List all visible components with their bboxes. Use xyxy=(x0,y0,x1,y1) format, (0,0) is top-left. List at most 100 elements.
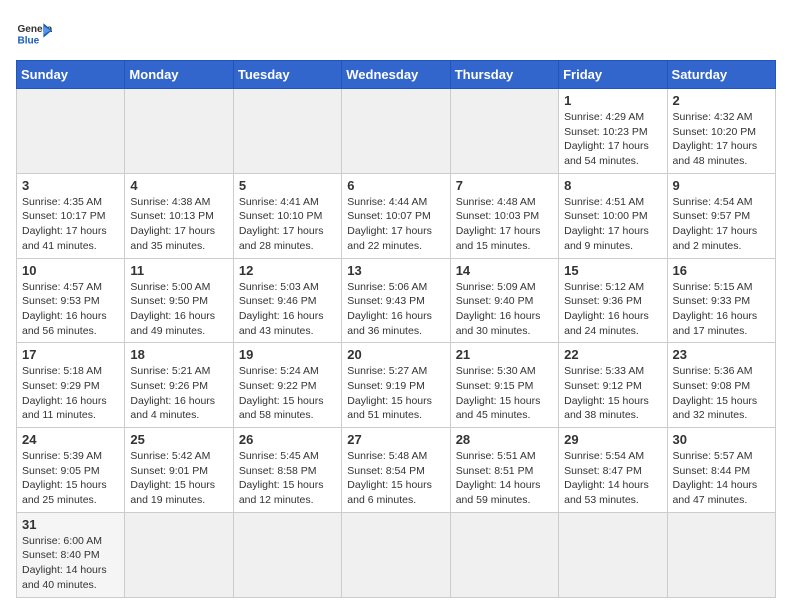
day-number: 31 xyxy=(22,517,119,532)
calendar-day-cell: 20 Sunrise: 5:27 AM Sunset: 9:19 PM Dayli… xyxy=(342,343,450,428)
calendar-day-cell: 21 Sunrise: 5:30 AM Sunset: 9:15 PM Dayli… xyxy=(450,343,558,428)
day-info: Sunrise: 5:33 AM Sunset: 9:12 PM Dayligh… xyxy=(564,364,661,423)
day-number: 14 xyxy=(456,263,553,278)
calendar-day-cell: 8 Sunrise: 4:51 AM Sunset: 10:00 PM Dayli… xyxy=(559,173,667,258)
calendar-day-cell: 22Sunrise: 5:33 AM Sunset: 9:12 PM Dayli… xyxy=(559,343,667,428)
calendar-day-cell: 26Sunrise: 5:45 AM Sunset: 8:58 PM Dayli… xyxy=(233,428,341,513)
calendar-day-cell: 9Sunrise: 4:54 AM Sunset: 9:57 PM Daylig… xyxy=(667,173,775,258)
calendar-day-cell: 30Sunrise: 5:57 AM Sunset: 8:44 PM Dayli… xyxy=(667,428,775,513)
day-number: 24 xyxy=(22,432,119,447)
weekday-header-cell: Friday xyxy=(559,61,667,89)
day-info: Sunrise: 5:39 AM Sunset: 9:05 PM Dayligh… xyxy=(22,449,119,508)
calendar-day-cell: 27 Sunrise: 5:48 AM Sunset: 8:54 PM Dayli… xyxy=(342,428,450,513)
calendar-day-cell xyxy=(342,512,450,597)
day-number: 12 xyxy=(239,263,336,278)
calendar-day-cell: 1Sunrise: 4:29 AM Sunset: 10:23 PM Dayli… xyxy=(559,89,667,174)
weekday-header-row: SundayMondayTuesdayWednesdayThursdayFrid… xyxy=(17,61,776,89)
day-info: Sunrise: 5:00 AM Sunset: 9:50 PM Dayligh… xyxy=(130,280,227,339)
day-number: 21 xyxy=(456,347,553,362)
day-info: Sunrise: 5:36 AM Sunset: 9:08 PM Dayligh… xyxy=(673,364,770,423)
calendar-day-cell: 3 Sunrise: 4:35 AM Sunset: 10:17 PM Dayli… xyxy=(17,173,125,258)
day-info: Sunrise: 5:21 AM Sunset: 9:26 PM Dayligh… xyxy=(130,364,227,423)
calendar-week-row: 24 Sunrise: 5:39 AM Sunset: 9:05 PM Dayli… xyxy=(17,428,776,513)
calendar-day-cell: 18 Sunrise: 5:21 AM Sunset: 9:26 PM Dayli… xyxy=(125,343,233,428)
calendar-day-cell xyxy=(17,89,125,174)
calendar-day-cell: 10Sunrise: 4:57 AM Sunset: 9:53 PM Dayli… xyxy=(17,258,125,343)
calendar-day-cell xyxy=(559,512,667,597)
day-number: 28 xyxy=(456,432,553,447)
day-number: 15 xyxy=(564,263,661,278)
day-info: Sunrise: 5:48 AM Sunset: 8:54 PM Dayligh… xyxy=(347,449,444,508)
calendar-day-cell xyxy=(233,512,341,597)
calendar-week-row: 3 Sunrise: 4:35 AM Sunset: 10:17 PM Dayli… xyxy=(17,173,776,258)
day-info: Sunrise: 5:51 AM Sunset: 8:51 PM Dayligh… xyxy=(456,449,553,508)
day-number: 3 xyxy=(22,178,119,193)
day-info: Sunrise: 5:57 AM Sunset: 8:44 PM Dayligh… xyxy=(673,449,770,508)
calendar-day-cell: 16Sunrise: 5:15 AM Sunset: 9:33 PM Dayli… xyxy=(667,258,775,343)
calendar-day-cell: 19 Sunrise: 5:24 AM Sunset: 9:22 PM Dayli… xyxy=(233,343,341,428)
day-info: Sunrise: 4:35 AM Sunset: 10:17 PM Daylig… xyxy=(22,195,119,254)
weekday-header-cell: Tuesday xyxy=(233,61,341,89)
day-number: 26 xyxy=(239,432,336,447)
day-number: 11 xyxy=(130,263,227,278)
calendar-day-cell: 17Sunrise: 5:18 AM Sunset: 9:29 PM Dayli… xyxy=(17,343,125,428)
calendar-day-cell: 23 Sunrise: 5:36 AM Sunset: 9:08 PM Dayli… xyxy=(667,343,775,428)
day-number: 13 xyxy=(347,263,444,278)
day-info: Sunrise: 4:38 AM Sunset: 10:13 PM Daylig… xyxy=(130,195,227,254)
day-info: Sunrise: 5:06 AM Sunset: 9:43 PM Dayligh… xyxy=(347,280,444,339)
weekday-header-cell: Thursday xyxy=(450,61,558,89)
calendar-day-cell: 14 Sunrise: 5:09 AM Sunset: 9:40 PM Dayli… xyxy=(450,258,558,343)
day-info: Sunrise: 5:18 AM Sunset: 9:29 PM Dayligh… xyxy=(22,364,119,423)
calendar-day-cell: 25 Sunrise: 5:42 AM Sunset: 9:01 PM Dayli… xyxy=(125,428,233,513)
day-number: 27 xyxy=(347,432,444,447)
day-number: 2 xyxy=(673,93,770,108)
calendar-day-cell xyxy=(125,89,233,174)
day-number: 8 xyxy=(564,178,661,193)
day-number: 9 xyxy=(673,178,770,193)
calendar-day-cell: 28 Sunrise: 5:51 AM Sunset: 8:51 PM Dayli… xyxy=(450,428,558,513)
weekday-header-cell: Wednesday xyxy=(342,61,450,89)
day-number: 23 xyxy=(673,347,770,362)
calendar-week-row: 10Sunrise: 4:57 AM Sunset: 9:53 PM Dayli… xyxy=(17,258,776,343)
day-number: 4 xyxy=(130,178,227,193)
day-number: 18 xyxy=(130,347,227,362)
calendar-week-row: 17Sunrise: 5:18 AM Sunset: 9:29 PM Dayli… xyxy=(17,343,776,428)
calendar-day-cell xyxy=(450,512,558,597)
calendar-day-cell: 31 Sunrise: 6:00 AM Sunset: 8:40 PM Dayli… xyxy=(17,512,125,597)
calendar-day-cell: 15 Sunrise: 5:12 AM Sunset: 9:36 PM Dayli… xyxy=(559,258,667,343)
calendar-day-cell xyxy=(450,89,558,174)
calendar-day-cell: 4 Sunrise: 4:38 AM Sunset: 10:13 PM Dayli… xyxy=(125,173,233,258)
day-info: Sunrise: 5:42 AM Sunset: 9:01 PM Dayligh… xyxy=(130,449,227,508)
svg-text:Blue: Blue xyxy=(17,35,39,46)
day-info: Sunrise: 5:30 AM Sunset: 9:15 PM Dayligh… xyxy=(456,364,553,423)
day-info: Sunrise: 4:51 AM Sunset: 10:00 PM Daylig… xyxy=(564,195,661,254)
day-info: Sunrise: 5:09 AM Sunset: 9:40 PM Dayligh… xyxy=(456,280,553,339)
calendar-day-cell: 2 Sunrise: 4:32 AM Sunset: 10:20 PM Dayli… xyxy=(667,89,775,174)
day-number: 19 xyxy=(239,347,336,362)
day-info: Sunrise: 4:48 AM Sunset: 10:03 PM Daylig… xyxy=(456,195,553,254)
day-info: Sunrise: 5:12 AM Sunset: 9:36 PM Dayligh… xyxy=(564,280,661,339)
day-info: Sunrise: 5:54 AM Sunset: 8:47 PM Dayligh… xyxy=(564,449,661,508)
day-number: 5 xyxy=(239,178,336,193)
weekday-header-cell: Saturday xyxy=(667,61,775,89)
calendar-day-cell: 6Sunrise: 4:44 AM Sunset: 10:07 PM Dayli… xyxy=(342,173,450,258)
day-info: Sunrise: 4:32 AM Sunset: 10:20 PM Daylig… xyxy=(673,110,770,169)
calendar-body: 1Sunrise: 4:29 AM Sunset: 10:23 PM Dayli… xyxy=(17,89,776,598)
day-number: 29 xyxy=(564,432,661,447)
day-info: Sunrise: 4:57 AM Sunset: 9:53 PM Dayligh… xyxy=(22,280,119,339)
day-number: 1 xyxy=(564,93,661,108)
header: General Blue xyxy=(16,16,776,52)
calendar-day-cell: 24 Sunrise: 5:39 AM Sunset: 9:05 PM Dayli… xyxy=(17,428,125,513)
day-number: 16 xyxy=(673,263,770,278)
day-number: 20 xyxy=(347,347,444,362)
day-info: Sunrise: 5:27 AM Sunset: 9:19 PM Dayligh… xyxy=(347,364,444,423)
day-info: Sunrise: 6:00 AM Sunset: 8:40 PM Dayligh… xyxy=(22,534,119,593)
calendar-day-cell: 5 Sunrise: 4:41 AM Sunset: 10:10 PM Dayli… xyxy=(233,173,341,258)
weekday-header-cell: Sunday xyxy=(17,61,125,89)
calendar-day-cell xyxy=(667,512,775,597)
calendar-day-cell xyxy=(125,512,233,597)
day-info: Sunrise: 5:24 AM Sunset: 9:22 PM Dayligh… xyxy=(239,364,336,423)
day-number: 25 xyxy=(130,432,227,447)
day-info: Sunrise: 4:41 AM Sunset: 10:10 PM Daylig… xyxy=(239,195,336,254)
calendar-table: SundayMondayTuesdayWednesdayThursdayFrid… xyxy=(16,60,776,598)
